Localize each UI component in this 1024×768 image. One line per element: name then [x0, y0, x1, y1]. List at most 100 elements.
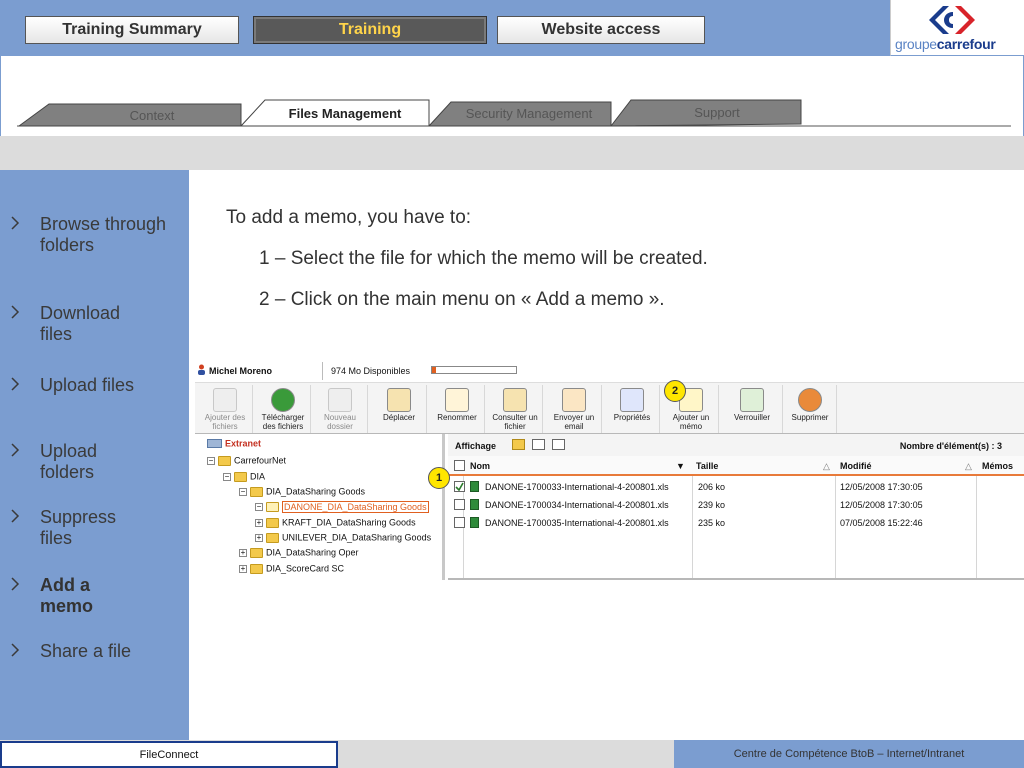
- tool-label: Télécharger des fichiers: [261, 413, 305, 431]
- sub-navigation: Context Files Management Security Manage…: [0, 56, 1024, 136]
- user-icon: [198, 364, 205, 375]
- select-all-checkbox[interactable]: [454, 460, 465, 471]
- tool-label: Nouveau dossier: [323, 413, 357, 431]
- tree-node[interactable]: − DIA: [223, 471, 265, 482]
- tab-training[interactable]: Training: [253, 16, 487, 44]
- file-list-toolbar: Affichage Nombre d'élément(s) : 3: [448, 434, 1024, 456]
- tool-label: Renommer: [437, 413, 477, 422]
- tool-view-file[interactable]: Consulter un fichier: [487, 385, 543, 433]
- sidebar-item-suppress[interactable]: Suppress files: [0, 507, 189, 551]
- file-modified: 12/05/2008 17:30:05: [840, 482, 923, 492]
- expand-icon[interactable]: +: [239, 548, 247, 557]
- collapse-icon[interactable]: −: [223, 472, 231, 481]
- sidebar-item-share[interactable]: Share a file: [0, 641, 189, 665]
- column-size[interactable]: Taille: [696, 461, 718, 471]
- expand-icon[interactable]: +: [255, 518, 263, 527]
- thumbnail-view-icon[interactable]: [532, 439, 545, 450]
- tree-node-label: DIA_ScoreCard SC: [266, 563, 345, 574]
- tool-move[interactable]: Déplacer: [371, 385, 427, 433]
- tree-node[interactable]: + UNILEVER_DIA_DataSharing Goods: [255, 532, 431, 543]
- row-checkbox-checked[interactable]: [454, 481, 465, 492]
- sort-asc-icon[interactable]: △: [823, 461, 830, 472]
- network-drive-icon: [207, 439, 222, 449]
- tool-send-email[interactable]: Envoyer un email: [546, 385, 602, 433]
- carrefour-logo: groupecarrefour: [890, 0, 1024, 56]
- sort-desc-icon[interactable]: ▼: [676, 461, 685, 471]
- rename-icon: [445, 388, 469, 412]
- row-checkbox[interactable]: [454, 517, 465, 528]
- sidebar-item-label: Upload folders: [40, 441, 98, 482]
- collapse-icon[interactable]: −: [239, 487, 247, 496]
- file-modified: 12/05/2008 17:30:05: [840, 500, 923, 510]
- file-row[interactable]: DANONE-1700035-International-4-200801.xl…: [448, 514, 1024, 532]
- detail-view-icon[interactable]: [552, 439, 565, 450]
- column-modified[interactable]: Modifié: [840, 461, 872, 471]
- separator: [322, 362, 323, 380]
- sidebar-item-label: Download files: [40, 303, 121, 344]
- file-list-panel: Affichage Nombre d'élément(s) : 3 Nom ▼ …: [448, 434, 1024, 580]
- tool-download[interactable]: Télécharger des fichiers: [255, 385, 311, 433]
- tool-rename[interactable]: Renommer: [429, 385, 485, 433]
- bottom-border: [448, 578, 1024, 580]
- tree-node[interactable]: + KRAFT_DIA_DataSharing Goods: [255, 517, 416, 528]
- folder-icon: [266, 517, 279, 528]
- logo-brand: carrefour: [936, 36, 996, 52]
- file-row[interactable]: DANONE-1700034-International-4-200801.xl…: [448, 496, 1024, 514]
- file-name: DANONE-1700033-International-4-200801.xl…: [485, 482, 669, 492]
- tree-node[interactable]: − CarrefourNet: [207, 455, 286, 466]
- logo-wordmark: groupecarrefour: [895, 36, 996, 52]
- column-name[interactable]: Nom: [470, 461, 490, 471]
- tree-node-selected[interactable]: − DANONE_DIA_DataSharing Goods: [255, 500, 429, 513]
- list-view-icon[interactable]: [512, 439, 525, 450]
- sidebar-item-label: Browse through folders: [40, 214, 167, 255]
- tool-delete[interactable]: Supprimer: [783, 385, 837, 433]
- sidebar-item-download[interactable]: Download files: [0, 303, 189, 347]
- chevron-right-icon: [11, 377, 20, 391]
- divider-band: [0, 136, 1024, 170]
- collapse-icon[interactable]: −: [255, 502, 263, 511]
- subtab-support[interactable]: Support: [641, 105, 793, 120]
- tree-node[interactable]: − DIA_DataSharing Goods: [239, 486, 365, 497]
- sort-asc-icon[interactable]: △: [965, 461, 972, 472]
- folder-tree: Extranet − CarrefourNet − DIA − DIA_DataSha…: [195, 434, 445, 580]
- subtab-context[interactable]: Context: [91, 108, 213, 123]
- expand-icon[interactable]: +: [239, 564, 247, 573]
- tree-node-root[interactable]: Extranet: [207, 438, 261, 449]
- sidebar-item-browse[interactable]: Browse through folders: [0, 214, 189, 278]
- app-toolbar: Ajouter des fichiers Télécharger des fic…: [195, 382, 1024, 434]
- collapse-icon[interactable]: −: [207, 456, 215, 465]
- row-checkbox[interactable]: [454, 499, 465, 510]
- subtab-security-management[interactable]: Security Management: [451, 106, 607, 121]
- folder-icon: [250, 547, 263, 558]
- quota-bar-fill: [432, 367, 436, 373]
- tool-label: Envoyer un email: [553, 413, 595, 431]
- tree-node-label: DIA_DataSharing Oper: [266, 547, 359, 558]
- sidebar-item-add-memo[interactable]: Add a memo: [0, 575, 189, 619]
- subtab-files-management[interactable]: Files Management: [267, 106, 423, 121]
- slide: Training Summary Training Website access…: [0, 0, 1024, 768]
- tab-training-summary[interactable]: Training Summary: [25, 16, 239, 44]
- instruction-step-2: 2 – Click on the main menu on « Add a me…: [259, 289, 665, 310]
- download-icon: [271, 388, 295, 412]
- tree-node[interactable]: + DIA_DataSharing Oper: [239, 547, 359, 558]
- expand-icon[interactable]: +: [255, 533, 263, 542]
- chevron-right-icon: [11, 509, 20, 523]
- excel-file-icon: [470, 499, 479, 510]
- tree-node-label: KRAFT_DIA_DataSharing Goods: [282, 517, 416, 528]
- tool-lock[interactable]: Verrouiller: [721, 385, 783, 433]
- delete-icon: [798, 388, 822, 412]
- footer-app-name: FileConnect: [0, 741, 338, 768]
- sidebar-item-upload-files[interactable]: Upload files: [0, 375, 189, 399]
- tab-website-access[interactable]: Website access: [497, 16, 705, 44]
- sidebar-item-upload-folders[interactable]: Upload folders: [0, 441, 189, 485]
- file-name: DANONE-1700034-International-4-200801.xl…: [485, 500, 669, 510]
- column-memos[interactable]: Mémos: [982, 461, 1013, 471]
- file-size: 239 ko: [698, 500, 726, 510]
- tree-node[interactable]: + DIA_ScoreCard SC: [239, 563, 344, 574]
- tool-add-files[interactable]: Ajouter des fichiers: [197, 385, 253, 433]
- file-row[interactable]: DANONE-1700033-International-4-200801.xl…: [448, 478, 1024, 496]
- lock-icon: [740, 388, 764, 412]
- tool-new-folder[interactable]: Nouveau dossier: [312, 385, 368, 433]
- tool-label: Ajouter un mémo: [672, 413, 710, 431]
- tool-properties[interactable]: Propriétés: [604, 385, 660, 433]
